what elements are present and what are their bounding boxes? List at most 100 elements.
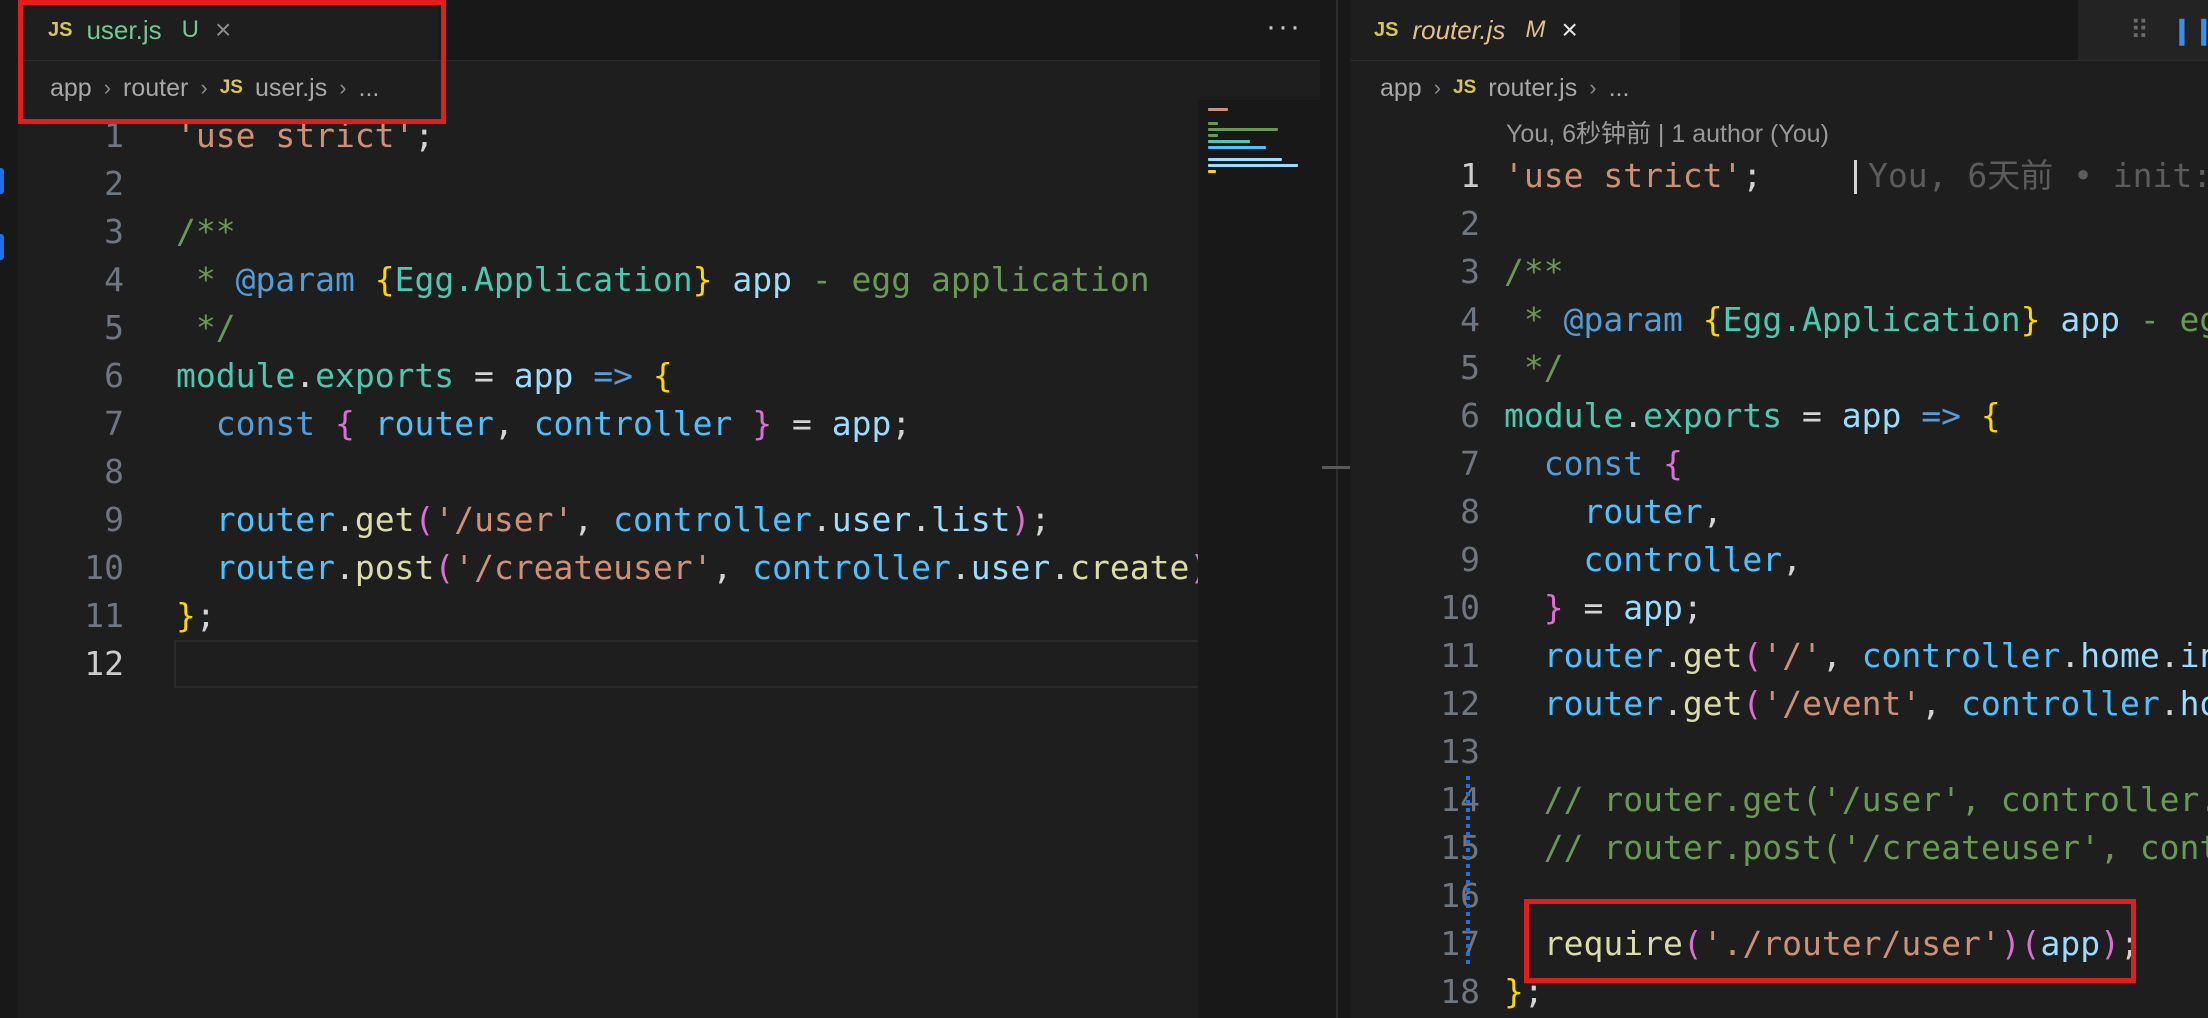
line-number[interactable]: 1 [1350, 152, 1480, 200]
code-line[interactable]: 4 * @param {Egg.Application} app - egg a… [18, 256, 1320, 304]
code-text[interactable]: router.get('/user', controller.user.list… [176, 496, 1051, 544]
code-text[interactable]: // router.post('/createuser', controller… [1504, 824, 2208, 872]
code-line[interactable]: 11}; [18, 592, 1320, 640]
close-icon[interactable]: × [1561, 14, 1577, 46]
code-text[interactable]: // router.get('/user', controller.user.l… [1504, 776, 2208, 824]
code-text[interactable]: }; [1504, 968, 1544, 1016]
line-number[interactable]: 2 [1350, 200, 1480, 248]
line-number[interactable]: 16 [1350, 872, 1480, 920]
code-line[interactable]: 3 /** [18, 208, 1320, 256]
line-number[interactable]: 10 [18, 544, 124, 592]
more-actions-button[interactable]: ··· [1266, 10, 1302, 44]
code-text[interactable]: router, [1504, 488, 1722, 536]
code-text[interactable]: }; [176, 592, 216, 640]
code-line[interactable]: 14 // router.get('/user', controller.use… [1350, 776, 2208, 824]
code-text[interactable]: /** [176, 208, 236, 256]
line-number[interactable]: 4 [1350, 296, 1480, 344]
pause-icon[interactable]: ❙❙ [2171, 15, 2208, 46]
line-number[interactable]: 12 [1350, 680, 1480, 728]
code-line[interactable]: 5 */ [1350, 344, 2208, 392]
code-line[interactable]: 3 /** [1350, 248, 2208, 296]
breadcrumb-item-app[interactable]: app [1380, 74, 1422, 103]
line-number[interactable]: 17 [1350, 920, 1480, 968]
code-text[interactable]: 'use strict'; [1504, 152, 1762, 200]
sash-handle[interactable] [1322, 466, 1350, 469]
line-number[interactable]: 4 [18, 256, 124, 304]
code-line[interactable]: 2 [1350, 200, 2208, 248]
code-line[interactable]: 16 [1350, 872, 2208, 920]
code-line[interactable]: 8 [18, 448, 1320, 496]
line-number[interactable]: 9 [1350, 536, 1480, 584]
code-line[interactable]: 12 router.get('/event', controller.home.… [1350, 680, 2208, 728]
git-change-marker[interactable] [0, 234, 4, 260]
line-number[interactable]: 5 [18, 304, 124, 352]
close-icon[interactable]: × [215, 14, 231, 46]
line-number[interactable]: 11 [1350, 632, 1480, 680]
line-number[interactable]: 13 [1350, 728, 1480, 776]
code-line[interactable]: 6 module.exports = app => { [1350, 392, 2208, 440]
line-number[interactable]: 11 [18, 592, 124, 640]
code-text[interactable]: * @param {Egg.Application} app - egg app… [176, 256, 1150, 304]
line-number[interactable]: 7 [18, 400, 124, 448]
code-text[interactable]: 'use strict'; [176, 112, 434, 160]
drag-handle-icon[interactable]: ⠿ [2130, 15, 2149, 46]
breadcrumb-item-router[interactable]: router [123, 74, 188, 103]
breadcrumb-item-file[interactable]: router.js [1488, 74, 1577, 103]
line-number[interactable]: 8 [18, 448, 124, 496]
git-change-gutter[interactable] [1466, 776, 1470, 968]
code-line[interactable]: 12 [18, 640, 1320, 688]
breadcrumb-item-symbol[interactable]: ... [359, 74, 380, 103]
code-line[interactable]: 9 controller, [1350, 536, 2208, 584]
code-text[interactable]: module.exports = app => { [1504, 392, 2001, 440]
line-number[interactable]: 5 [1350, 344, 1480, 392]
code-line[interactable]: 2 [18, 160, 1320, 208]
code-text[interactable]: router.post('/createuser', controller.us… [176, 544, 1229, 592]
line-number[interactable]: 14 [1350, 776, 1480, 824]
code-line[interactable]: 1 'use strict'; You, 6天前 • init: [1350, 152, 2208, 200]
breadcrumb-item-symbol[interactable]: ... [1609, 74, 1630, 103]
breadcrumb-item-file[interactable]: user.js [255, 74, 327, 103]
git-blame-codelens[interactable]: You, 6秒钟前 | 1 author (You) [1506, 114, 1829, 150]
tab-user-js[interactable]: JS user.js U × [18, 0, 438, 60]
line-number[interactable]: 6 [1350, 392, 1480, 440]
line-number[interactable]: 2 [18, 160, 124, 208]
code-text[interactable]: const { router, controller } = app; [176, 400, 911, 448]
line-number[interactable]: 10 [1350, 584, 1480, 632]
line-number[interactable]: 3 [18, 208, 124, 256]
code-line[interactable]: 10 } = app; [1350, 584, 2208, 632]
code-line[interactable]: 1 'use strict'; [18, 112, 1320, 160]
line-number[interactable]: 9 [18, 496, 124, 544]
code-text[interactable]: require('./router/user')(app); [1504, 920, 2140, 968]
git-change-marker[interactable] [0, 168, 4, 194]
line-number[interactable]: 15 [1350, 824, 1480, 872]
line-number[interactable]: 7 [1350, 440, 1480, 488]
line-number[interactable]: 6 [18, 352, 124, 400]
code-text[interactable]: const { [1504, 440, 1683, 488]
code-line[interactable]: 15 // router.post('/createuser', control… [1350, 824, 2208, 872]
line-number[interactable]: 12 [18, 640, 124, 688]
code-line[interactable]: 17 require('./router/user')(app); [1350, 920, 2208, 968]
code-line[interactable]: 10 router.post('/createuser', controller… [18, 544, 1320, 592]
tab-router-js[interactable]: JS router.js M × [1350, 0, 1680, 60]
line-number[interactable]: 8 [1350, 488, 1480, 536]
code-text[interactable]: router.get('/event', controller.home.eve… [1504, 680, 2208, 728]
code-text[interactable]: } = app; [1504, 584, 1703, 632]
line-number[interactable]: 1 [18, 112, 124, 160]
code-line[interactable]: 9 router.get('/user', controller.user.li… [18, 496, 1320, 544]
code-text[interactable]: module.exports = app => { [176, 352, 673, 400]
code-line[interactable]: 13 [1350, 728, 2208, 776]
code-line[interactable]: 7 const { [1350, 440, 2208, 488]
code-line[interactable]: 6 module.exports = app => { [18, 352, 1320, 400]
line-number[interactable]: 18 [1350, 968, 1480, 1016]
editor-group-divider[interactable] [1320, 0, 1350, 1018]
code-line[interactable]: 7 const { router, controller } = app; [18, 400, 1320, 448]
code-line[interactable]: 11 router.get('/', controller.home.index… [1350, 632, 2208, 680]
code-text[interactable]: controller, [1504, 536, 1802, 584]
code-line[interactable]: 8 router, [1350, 488, 2208, 536]
code-line[interactable]: 18}; [1350, 968, 2208, 1016]
code-text[interactable]: router.get('/', controller.home.index); [1504, 632, 2208, 680]
code-text[interactable]: * @param {Egg.Application} app - egg app… [1504, 296, 2208, 344]
code-line[interactable]: 4 * @param {Egg.Application} app - egg a… [1350, 296, 2208, 344]
code-text[interactable]: */ [1504, 344, 1564, 392]
line-number[interactable]: 3 [1350, 248, 1480, 296]
